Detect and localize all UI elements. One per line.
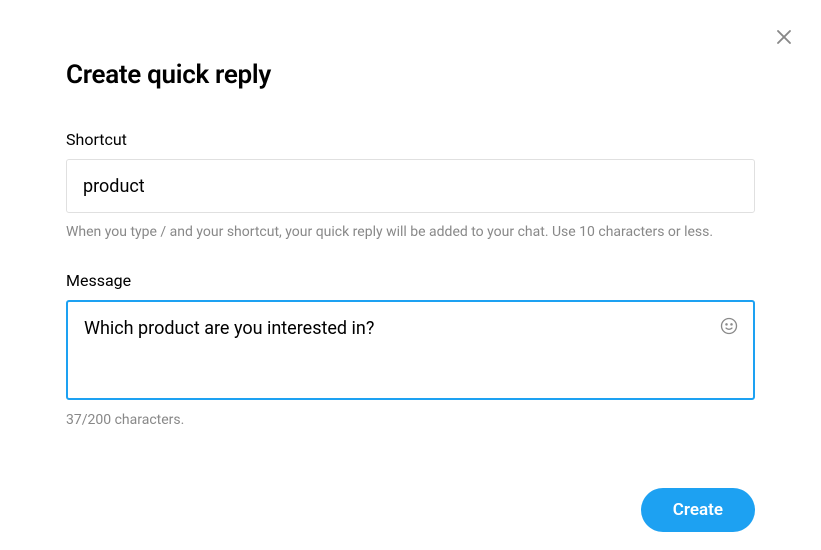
dialog-container: Create quick reply Shortcut When you typ… bbox=[0, 0, 821, 428]
dialog-title: Create quick reply bbox=[66, 60, 755, 90]
message-field-group: Message 37/200 characters. bbox=[66, 271, 755, 428]
message-char-count: 37/200 characters. bbox=[66, 412, 755, 428]
shortcut-input[interactable] bbox=[66, 159, 755, 213]
shortcut-field-group: Shortcut When you type / and your shortc… bbox=[66, 130, 755, 243]
message-wrapper bbox=[66, 300, 755, 404]
close-icon[interactable] bbox=[775, 28, 793, 46]
shortcut-helper-text: When you type / and your shortcut, your … bbox=[66, 223, 755, 243]
dialog-footer: Create bbox=[641, 488, 755, 532]
shortcut-label: Shortcut bbox=[66, 130, 755, 149]
emoji-icon[interactable] bbox=[719, 316, 739, 336]
message-label: Message bbox=[66, 271, 755, 290]
create-button[interactable]: Create bbox=[641, 488, 755, 532]
message-textarea[interactable] bbox=[66, 300, 755, 400]
